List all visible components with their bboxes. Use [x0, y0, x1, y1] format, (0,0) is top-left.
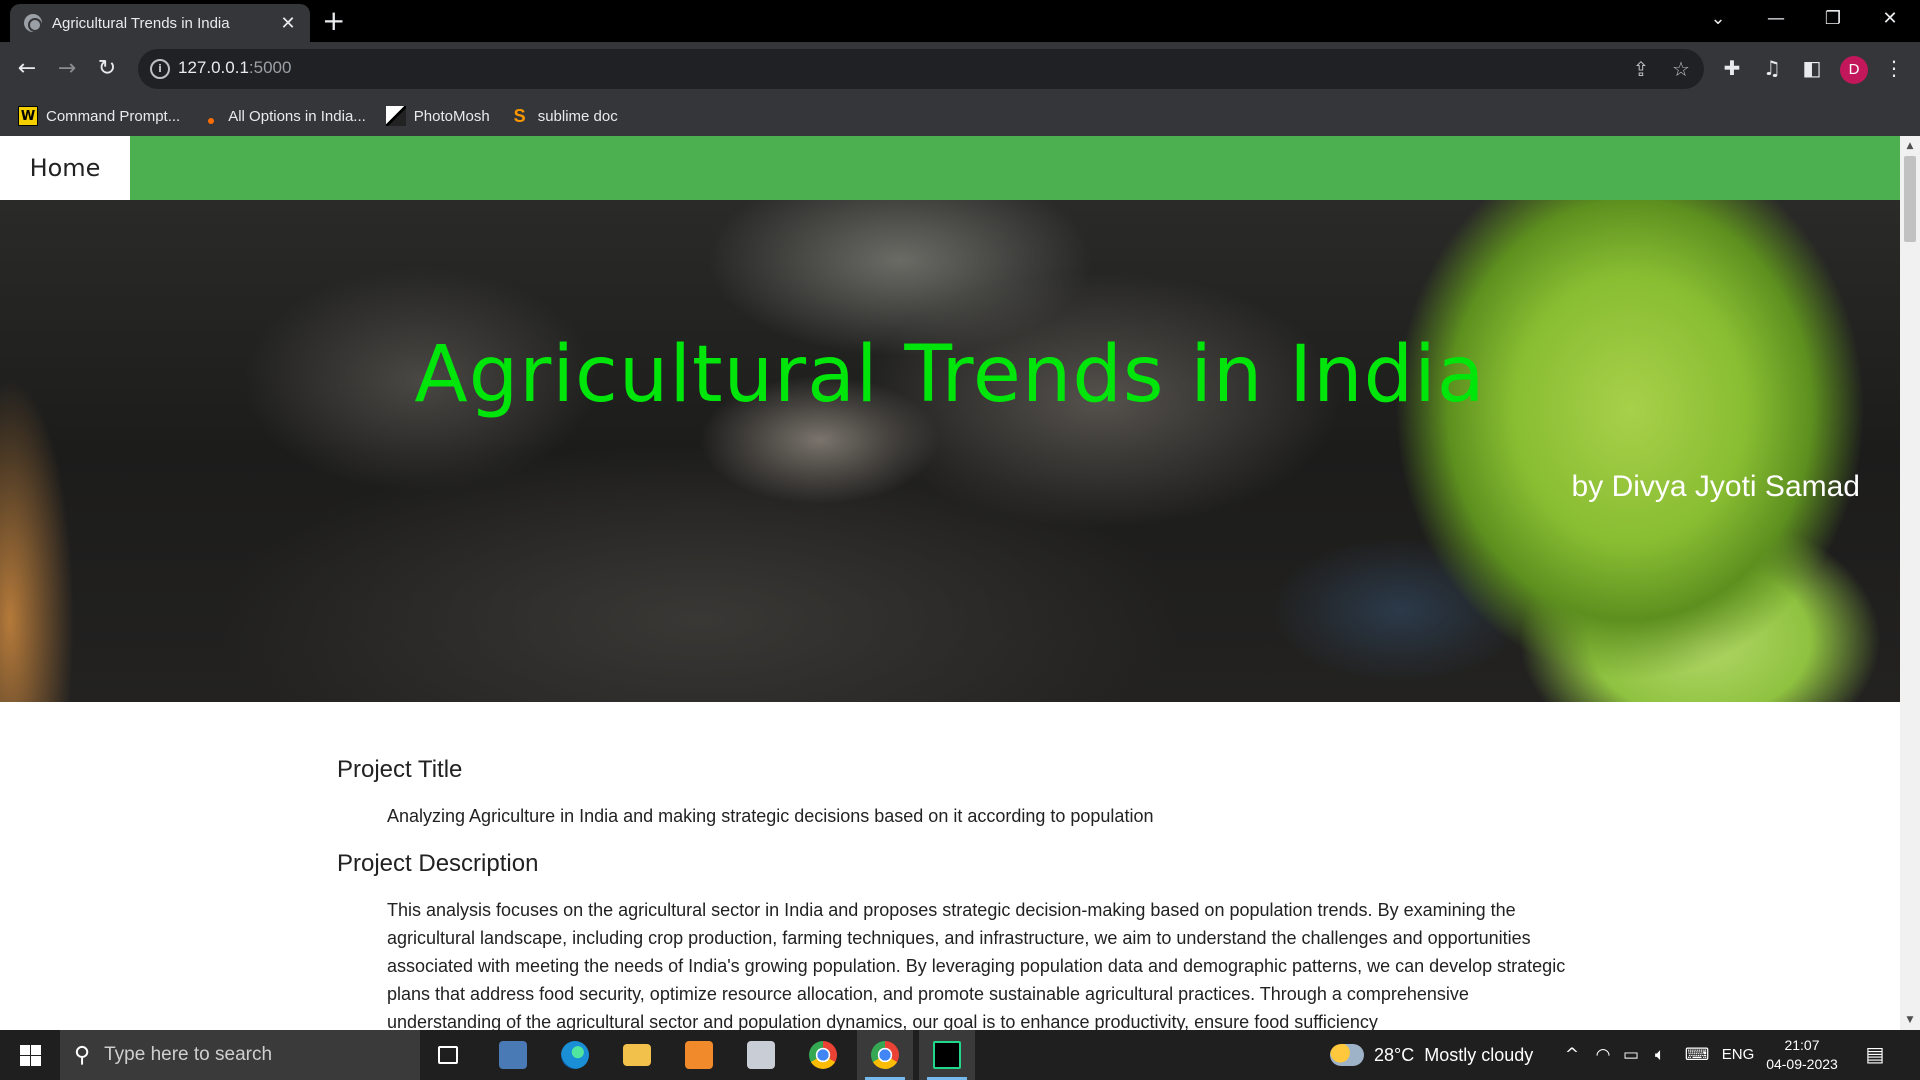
hero-subtitle: by Divya Jyoti Samad — [1571, 470, 1860, 503]
hero-banner: Agricultural Trends in India by Divya Jy… — [0, 200, 1900, 702]
chrome-icon[interactable] — [795, 1030, 851, 1080]
edge-icon[interactable] — [547, 1030, 603, 1080]
printer-app-icon[interactable] — [733, 1030, 789, 1080]
sublime-icon: S — [513, 106, 526, 126]
globe-icon — [24, 14, 42, 32]
share-icon[interactable]: ⇪ — [1628, 57, 1654, 81]
close-window-icon[interactable]: ✕ — [1870, 4, 1910, 34]
url-text[interactable]: 127.0.0.1:5000 — [178, 58, 291, 78]
taskbar-search[interactable]: ⚲ Type here to search — [60, 1030, 420, 1080]
w-icon: W — [18, 106, 38, 126]
tab-title: Agricultural Trends in India — [52, 14, 230, 32]
notifications-icon[interactable]: ▤ — [1862, 1042, 1888, 1066]
weather-widget[interactable]: 28°C Mostly cloudy — [1330, 1030, 1533, 1080]
task-view-icon[interactable] — [420, 1030, 476, 1080]
browser-tab[interactable]: Agricultural Trends in India ✕ — [10, 4, 310, 42]
browser-toolbar: ← → ↻ i 127.0.0.1:5000 ⇪ ☆ ✚ ♫ ◧ D ⋮ — [0, 42, 1920, 96]
chrome-profile-icon[interactable] — [857, 1030, 913, 1080]
weather-temp: 28°C — [1374, 1044, 1415, 1065]
windows-taskbar: ⚲ Type here to search 28°C Mostly cloudy… — [0, 1030, 1920, 1080]
search-icon: ⚲ — [74, 1042, 91, 1068]
weather-desc: Mostly cloudy — [1424, 1044, 1534, 1065]
cloudy-weather-icon — [1330, 1044, 1364, 1066]
bookmark-all-options[interactable]: All Options in India... — [200, 106, 366, 126]
scroll-down-icon[interactable]: ▼ — [1900, 1012, 1920, 1028]
windows-start-icon[interactable] — [0, 1030, 60, 1080]
search-placeholder: Type here to search — [104, 1044, 273, 1065]
tab-strip: Agricultural Trends in India ✕ + ⌄ — ❐ ✕ — [0, 0, 1920, 42]
hero-title: Agricultural Trends in India — [414, 330, 1486, 420]
show-hidden-icons[interactable]: ^ — [1560, 1030, 1584, 1080]
new-tab-button[interactable]: + — [322, 6, 345, 36]
section-body-title: Analyzing Agriculture in India and makin… — [387, 806, 1154, 826]
dot-icon — [200, 106, 220, 126]
menu-icon[interactable]: ⋮ — [1880, 56, 1908, 80]
page-scrollbar[interactable]: ▲ ▼ — [1900, 136, 1920, 1030]
nav-home-link[interactable]: Home — [0, 136, 130, 200]
scroll-thumb[interactable] — [1904, 156, 1916, 242]
restore-icon[interactable]: ❐ — [1813, 4, 1853, 34]
address-bar[interactable]: i 127.0.0.1:5000 ⇪ ☆ — [138, 49, 1704, 89]
main-content: Project Title Analyzing Agriculture in I… — [337, 756, 1577, 1030]
pycharm-icon[interactable] — [919, 1030, 975, 1080]
back-icon[interactable]: ← — [10, 52, 44, 86]
scroll-up-icon[interactable]: ▲ — [1900, 138, 1920, 154]
section-heading-title: Project Title — [337, 756, 463, 783]
extensions-icon[interactable]: ✚ — [1718, 56, 1746, 80]
bookmark-photomosh[interactable]: PhotoMosh — [385, 106, 490, 126]
tab-search-icon[interactable]: ⌄ — [1698, 4, 1738, 34]
photomosh-icon — [385, 106, 406, 126]
page-viewport: Home Agricultural Trends in India by Div… — [0, 136, 1920, 1030]
minimize-icon[interactable]: — — [1756, 4, 1796, 34]
network-icon[interactable]: ◠ — [1590, 1030, 1616, 1080]
reload-icon[interactable]: ↻ — [90, 52, 124, 86]
profile-avatar[interactable]: D — [1840, 56, 1868, 84]
bookmarks-bar: W Command Prompt... All Options in India… — [0, 96, 1920, 136]
side-panel-icon[interactable]: ◧ — [1798, 56, 1826, 80]
keyboard-icon[interactable]: ⌨ — [1680, 1030, 1714, 1080]
file-explorer-icon[interactable] — [609, 1030, 665, 1080]
battery-icon[interactable]: ▭ — [1618, 1030, 1644, 1080]
media-player-icon[interactable] — [671, 1030, 727, 1080]
volume-icon[interactable]: 🔈︎ — [1647, 1030, 1673, 1080]
site-navbar: Home — [0, 136, 1900, 200]
site-info-icon[interactable]: i — [150, 59, 170, 79]
close-tab-icon[interactable]: ✕ — [278, 13, 298, 34]
calculator-icon[interactable] — [485, 1030, 541, 1080]
bookmark-sublime-doc[interactable]: S sublime doc — [510, 106, 618, 126]
section-heading-description: Project Description — [337, 850, 539, 877]
bookmark-star-icon[interactable]: ☆ — [1668, 57, 1694, 81]
language-indicator[interactable]: ENG — [1718, 1030, 1758, 1080]
bookmark-command-prompt[interactable]: W Command Prompt... — [18, 106, 180, 126]
forward-icon[interactable]: → — [50, 52, 84, 86]
media-control-icon[interactable]: ♫ — [1758, 56, 1786, 80]
system-clock[interactable]: 21:07 04-09-2023 — [1762, 1036, 1842, 1074]
section-body-description: This analysis focuses on the agricultura… — [387, 900, 1566, 1030]
